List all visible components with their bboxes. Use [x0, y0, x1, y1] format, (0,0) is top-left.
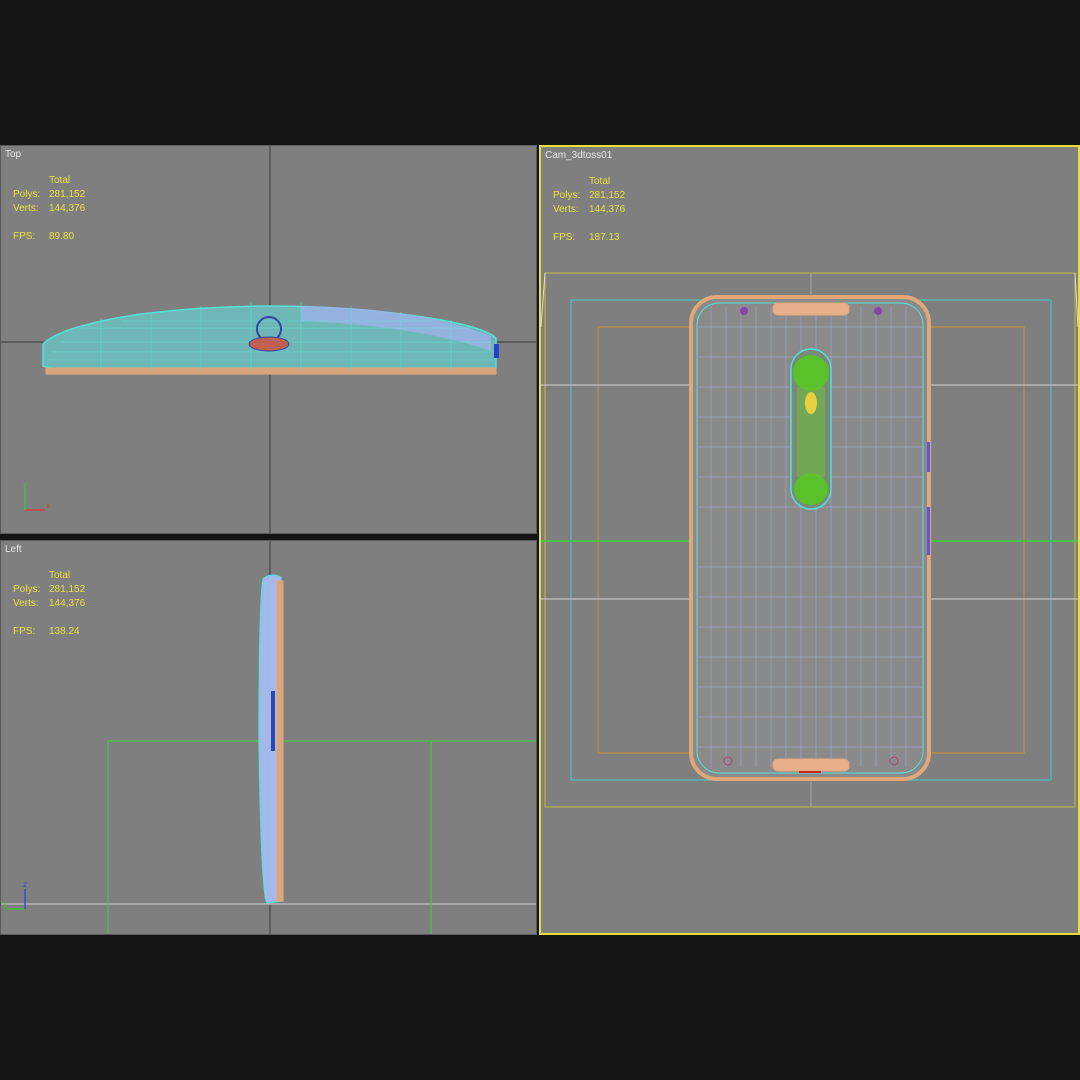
- verts-value: 144,376: [49, 598, 86, 609]
- phone-wireframe-side: [258, 574, 284, 904]
- phone-wireframe-top: [42, 302, 499, 375]
- polys-label: Polys:: [13, 189, 41, 200]
- axis-label-right: x: [46, 501, 50, 510]
- viewport-left[interactable]: Left Total Polys: 281,152 Verts: 144,376 F…: [0, 540, 537, 935]
- polys-value: 281,152: [589, 190, 626, 201]
- viewport-label-left[interactable]: Left: [5, 544, 22, 555]
- fps-value: 187.13: [589, 232, 620, 243]
- stats-total-label: Total: [49, 175, 71, 186]
- axis-gizmo-top: y x: [23, 480, 50, 511]
- stats-overlay-left: Total Polys: 281,152 Verts: 144,376 FPS: 13…: [13, 569, 85, 639]
- stats-total-label: Total: [589, 176, 611, 187]
- verts-label: Verts:: [13, 598, 39, 609]
- stats-overlay-camera: Total Polys: 281,152 Verts: 144,376 FPS: 18…: [553, 175, 625, 245]
- phone-wireframe-back: [689, 295, 931, 781]
- fps-label: FPS:: [13, 231, 36, 242]
- polys-value: 281,152: [49, 189, 86, 200]
- verts-label: Verts:: [13, 203, 39, 214]
- fps-label: FPS:: [553, 232, 576, 243]
- camera-view-canvas: [541, 272, 1078, 808]
- viewport-top[interactable]: Top Total Polys: 281,152 Verts: 144,376 FP…: [0, 145, 537, 534]
- axis-gizmo-left: z y: [3, 880, 27, 910]
- axis-label-up: y: [23, 480, 27, 489]
- axis-label-up: z: [23, 880, 27, 889]
- viewport-label-camera[interactable]: Cam_3dtoss01: [545, 150, 612, 161]
- polys-value: 281,152: [49, 584, 86, 595]
- viewport-camera[interactable]: Cam_3dtoss01 Total Polys: 281,152 Verts: 1…: [539, 145, 1080, 935]
- verts-label: Verts:: [553, 204, 579, 215]
- verts-value: 144,376: [49, 203, 86, 214]
- polys-label: Polys:: [553, 190, 581, 201]
- fps-value: 138.24: [49, 626, 80, 637]
- fps-value: 89.80: [49, 231, 75, 242]
- stats-overlay-top: Total Polys: 281,152 Verts: 144,376 FPS: 89…: [13, 174, 85, 244]
- viewport-label-top[interactable]: Top: [5, 149, 21, 160]
- polys-label: Polys:: [13, 584, 41, 595]
- verts-value: 144,376: [589, 204, 626, 215]
- stats-total-label: Total: [49, 570, 71, 581]
- 3ds-max-viewport-layout: Top Total Polys: 281,152 Verts: 144,376 FP…: [0, 0, 1080, 1080]
- axis-label-right: y: [3, 900, 7, 909]
- fps-label: FPS:: [13, 626, 36, 637]
